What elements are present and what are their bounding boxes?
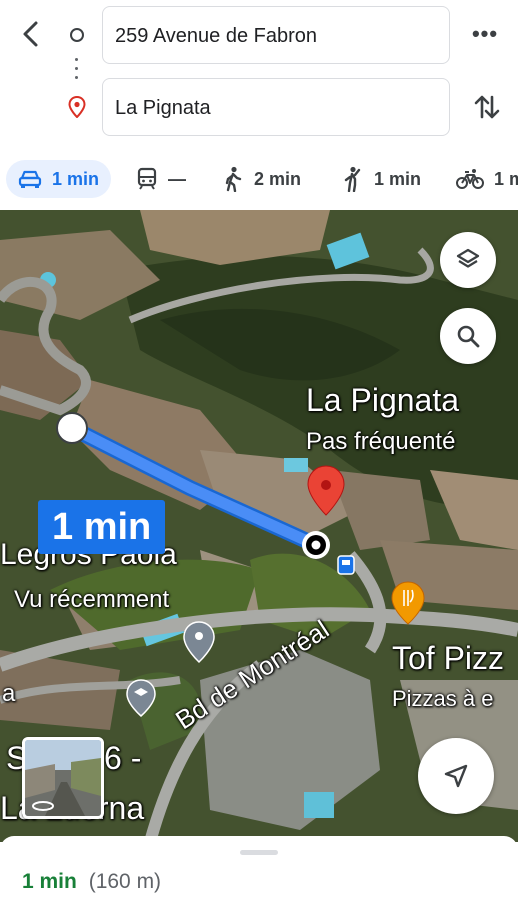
mode-bike-label: 1 m [494, 168, 518, 189]
travel-mode-bar: 1 min — 2 min 1 min 1 m [0, 160, 518, 200]
train-icon [137, 167, 157, 190]
mode-rideshare[interactable]: 1 min [342, 160, 421, 198]
satellite-map[interactable]: La Pignata Pas fréquenté Legros Paola Vu… [0, 210, 518, 842]
destination-input[interactable]: La Pignata [102, 78, 450, 136]
place-label-tof-pizz[interactable]: Tof Pizz [392, 640, 504, 677]
origin-circle-icon [70, 28, 84, 42]
mode-drive[interactable]: 1 min [6, 160, 112, 198]
origin-input[interactable]: 259 Avenue de Fabron [102, 6, 450, 64]
destination-pin-icon [68, 95, 86, 119]
swap-vertical-icon [474, 95, 500, 119]
car-icon [18, 170, 42, 188]
map-label-a: a [2, 680, 16, 707]
destination-map-title[interactable]: La Pignata [306, 382, 459, 419]
more-options-button[interactable]: ••• [468, 22, 502, 50]
mode-walk-label: 2 min [254, 168, 302, 189]
layers-icon [456, 248, 480, 268]
route-summary: 1 min (160 m) [22, 870, 161, 894]
route-duration-badge[interactable]: 1 min [38, 500, 166, 554]
search-button[interactable] [440, 308, 496, 364]
destination-map-subtitle: Pas fréquenté [306, 428, 456, 455]
rideshare-icon [344, 166, 361, 192]
swap-button[interactable] [470, 90, 504, 124]
street-view-thumbnail[interactable] [22, 737, 104, 819]
route-summary-sheet[interactable]: 1 min (160 m) [0, 836, 518, 900]
my-location-button[interactable] [418, 738, 494, 814]
map-label-6: 6 - [104, 740, 142, 776]
route-dots-icon [75, 58, 79, 84]
mode-walk[interactable]: 2 min [222, 160, 301, 198]
walk-icon [225, 166, 242, 192]
chevron-left-icon [23, 21, 38, 47]
route-summary-distance: (160 m) [88, 870, 162, 893]
mode-rideshare-label: 1 min [374, 168, 422, 189]
route-summary-duration: 1 min [22, 870, 77, 893]
layers-button[interactable] [440, 232, 496, 288]
mode-transit[interactable]: — [136, 160, 186, 198]
street-view-image [25, 740, 101, 816]
mode-transit-label: — [168, 168, 186, 189]
back-button[interactable] [14, 16, 50, 52]
sheet-drag-handle[interactable] [240, 850, 278, 855]
place-label-legros-subtitle: Vu récemment [14, 586, 170, 613]
bike-icon [456, 169, 484, 189]
navigation-arrow-icon [444, 764, 468, 788]
search-icon [457, 325, 480, 348]
directions-header: 259 Avenue de Fabron La Pignata ••• 1 mi… [0, 0, 518, 210]
mode-bike[interactable]: 1 m [456, 160, 518, 198]
place-label-tof-subtitle: Pizzas à e [392, 686, 494, 711]
mode-drive-label: 1 min [52, 168, 100, 189]
